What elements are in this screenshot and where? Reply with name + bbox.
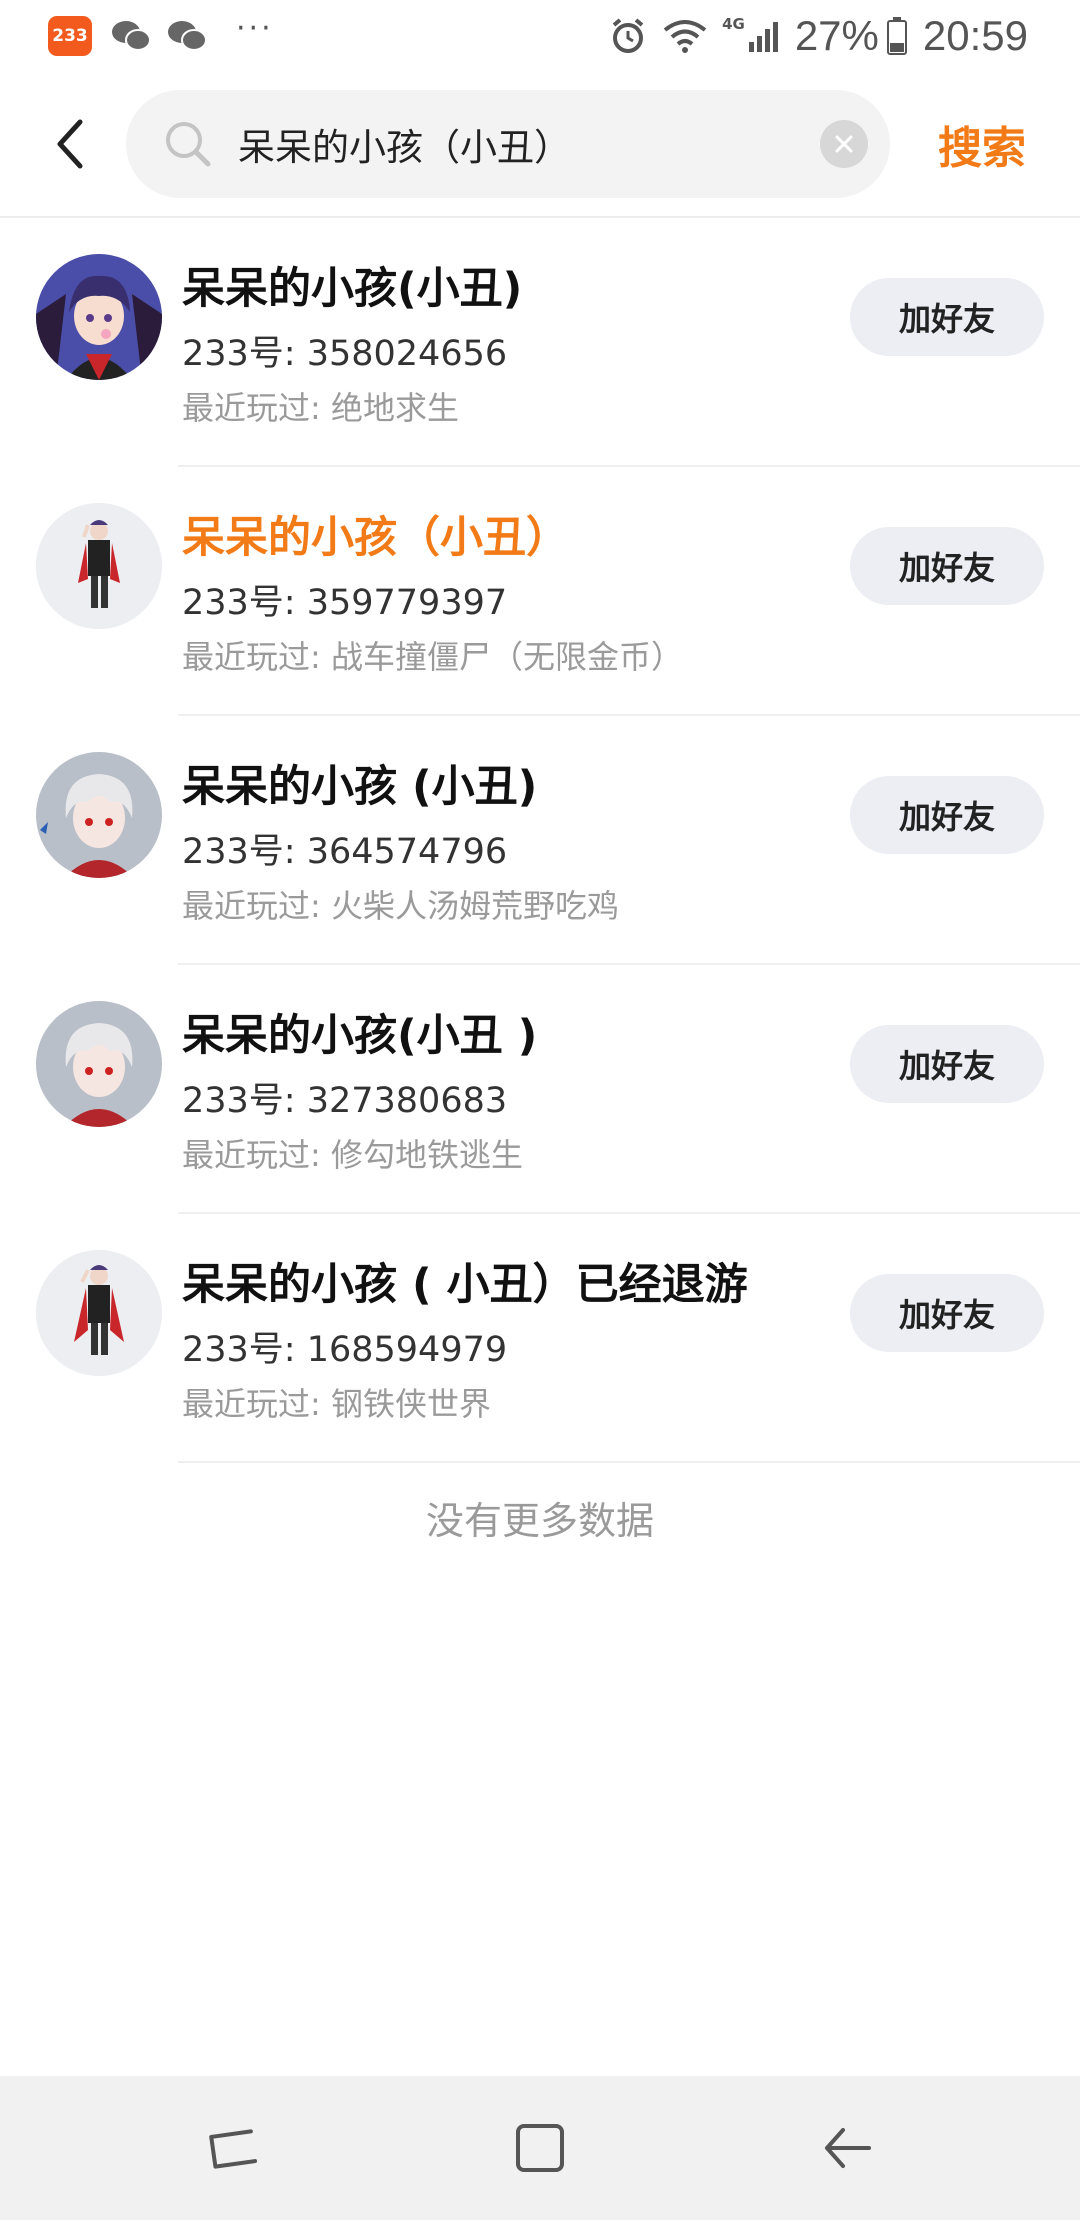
avatar <box>36 1250 162 1376</box>
system-nav-bar <box>0 2076 1080 2220</box>
list-item[interactable]: 呆呆的小孩 (小丑) 233号: 364574796 最近玩过: 火柴人汤姆荒野… <box>0 716 1080 965</box>
user-name: 呆呆的小孩(小丑 ) <box>182 1011 538 1061</box>
add-friend-button[interactable]: 加好友 <box>850 776 1044 854</box>
user-id: 233号: 359779397 <box>182 583 508 623</box>
add-friend-button[interactable]: 加好友 <box>850 1274 1044 1352</box>
network-type-label: 4G <box>722 15 745 33</box>
status-bar: 233 ··· 4G 27% 20:59 <box>0 0 1080 72</box>
close-icon <box>835 135 853 153</box>
add-friend-button[interactable]: 加好友 <box>850 1025 1044 1103</box>
avatar <box>36 503 162 629</box>
notification-icons: 233 ··· <box>48 11 274 56</box>
search-input[interactable] <box>238 122 820 166</box>
user-name: 呆呆的小孩 (小丑) <box>182 762 538 812</box>
user-name: 呆呆的小孩（小丑） <box>182 513 569 563</box>
clear-search-button[interactable] <box>820 120 868 168</box>
user-id: 233号: 168594979 <box>182 1330 508 1370</box>
search-icon <box>160 116 216 172</box>
app-233-badge-icon: 233 <box>48 16 92 56</box>
home-icon <box>515 2124 564 2172</box>
back-arrow-icon <box>824 2128 871 2168</box>
avatar <box>36 254 162 380</box>
battery-percent: 27% <box>794 12 879 59</box>
user-name: 呆呆的小孩 ( 小丑）已经退游 <box>182 1260 748 1310</box>
no-more-data-text: 没有更多数据 <box>425 1499 654 1543</box>
recent-apps-icon <box>209 2129 258 2169</box>
list-item[interactable]: 呆呆的小孩（小丑） 233号: 359779397 最近玩过: 战车撞僵尸（无限… <box>0 467 1080 716</box>
avatar <box>36 1001 162 1127</box>
list-item[interactable]: 呆呆的小孩(小丑 ) 233号: 327380683 最近玩过: 修勾地铁逃生 … <box>0 965 1080 1214</box>
list-item[interactable]: 呆呆的小孩 ( 小丑）已经退游 233号: 168594979 最近玩过: 钢铁… <box>0 1214 1080 1463</box>
add-friend-button[interactable]: 加好友 <box>850 278 1044 356</box>
user-id: 233号: 358024656 <box>182 334 508 374</box>
system-status: 4G 27% 20:59 <box>608 12 1028 60</box>
recent-apps-button[interactable] <box>173 2088 293 2208</box>
add-friend-button[interactable]: 加好友 <box>850 527 1044 605</box>
wifi-icon <box>662 18 708 54</box>
back-button[interactable] <box>30 104 110 184</box>
search-results-list: 呆呆的小孩(小丑) 233号: 358024656 最近玩过: 绝地求生 加好友 <box>0 218 1080 1463</box>
wechat-icon <box>110 18 152 54</box>
recently-played: 最近玩过: 钢铁侠世界 <box>182 1385 491 1423</box>
search-header: 搜索 <box>0 72 1080 216</box>
wechat-icon <box>166 18 208 54</box>
chevron-left-icon <box>57 119 83 169</box>
divider <box>178 1461 1080 1463</box>
clock: 20:59 <box>922 12 1028 59</box>
signal-icon <box>747 20 781 52</box>
recently-played: 最近玩过: 火柴人汤姆荒野吃鸡 <box>182 887 619 925</box>
avatar <box>36 752 162 878</box>
home-button[interactable] <box>480 2088 600 2208</box>
recently-played: 最近玩过: 绝地求生 <box>182 389 459 427</box>
recently-played: 最近玩过: 战车撞僵尸（无限金币） <box>182 638 683 676</box>
list-item[interactable]: 呆呆的小孩(小丑) 233号: 358024656 最近玩过: 绝地求生 加好友 <box>0 218 1080 467</box>
user-id: 233号: 364574796 <box>182 832 508 872</box>
battery-icon <box>886 17 907 55</box>
search-box[interactable] <box>126 90 890 198</box>
user-name: 呆呆的小孩(小丑) <box>182 264 523 314</box>
user-id: 233号: 327380683 <box>182 1081 508 1121</box>
recently-played: 最近玩过: 修勾地铁逃生 <box>182 1136 523 1174</box>
back-nav-button[interactable] <box>787 2088 907 2208</box>
more-notifications-icon: ··· <box>236 10 274 46</box>
search-results-page: 233 ··· 4G 27% 20:59 呆呆的小孩（小丑） 搜索 呆呆的小孩(… <box>0 0 1080 2220</box>
search-submit-button[interactable]: 搜索 <box>938 112 1026 176</box>
alarm-icon <box>608 16 648 56</box>
